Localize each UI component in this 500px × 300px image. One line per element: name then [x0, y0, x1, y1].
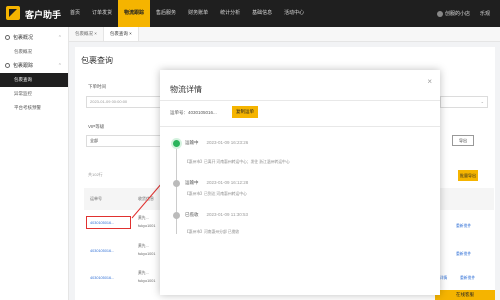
- modal-divider: [160, 126, 440, 127]
- timeline-event: 运输中 2023-01-09 16:12:28: [185, 180, 248, 186]
- timeline-dot: [173, 212, 180, 219]
- logistics-timeline: 运输中 2023-01-09 16:23:26 【惠州市】已离开 河南惠州转运中心…: [173, 140, 433, 270]
- event-status: 运输中: [185, 180, 199, 185]
- event-time: 2023-01-09 16:23:26: [206, 140, 249, 145]
- event-description: 【惠州市】已到达 河南惠州转运中心: [185, 192, 247, 196]
- timeline-dot-active: [173, 140, 180, 147]
- modal-divider: [160, 100, 440, 101]
- copy-waybill-button[interactable]: 复制运单: [232, 106, 258, 118]
- timeline-event: 已揽收 2023-01-09 11:30:53: [185, 212, 248, 218]
- timeline-dot: [173, 180, 180, 187]
- event-time: 2023-01-09 11:30:53: [206, 212, 248, 217]
- logistics-detail-modal: 物流详情 × 运单号：4030105016... 复制运单 运输中 2023-01…: [160, 70, 440, 295]
- event-status: 运输中: [185, 140, 199, 145]
- timeline-line: [176, 144, 177, 234]
- timeline-event: 运输中 2023-01-09 16:23:26: [185, 140, 248, 146]
- event-time: 2023-01-09 16:12:28: [206, 180, 249, 185]
- waybill-number: 运单号：4030105016...: [170, 110, 217, 115]
- event-description: 【惠州市】已离开 河南惠州转运中心；发往 浙江温州转运中心: [185, 160, 290, 164]
- modal-title: 物流详情: [170, 85, 202, 94]
- event-description: 【惠州市】河南惠州分部 已揽收: [185, 230, 240, 234]
- close-icon[interactable]: ×: [427, 78, 432, 86]
- event-status: 已揽收: [185, 212, 199, 217]
